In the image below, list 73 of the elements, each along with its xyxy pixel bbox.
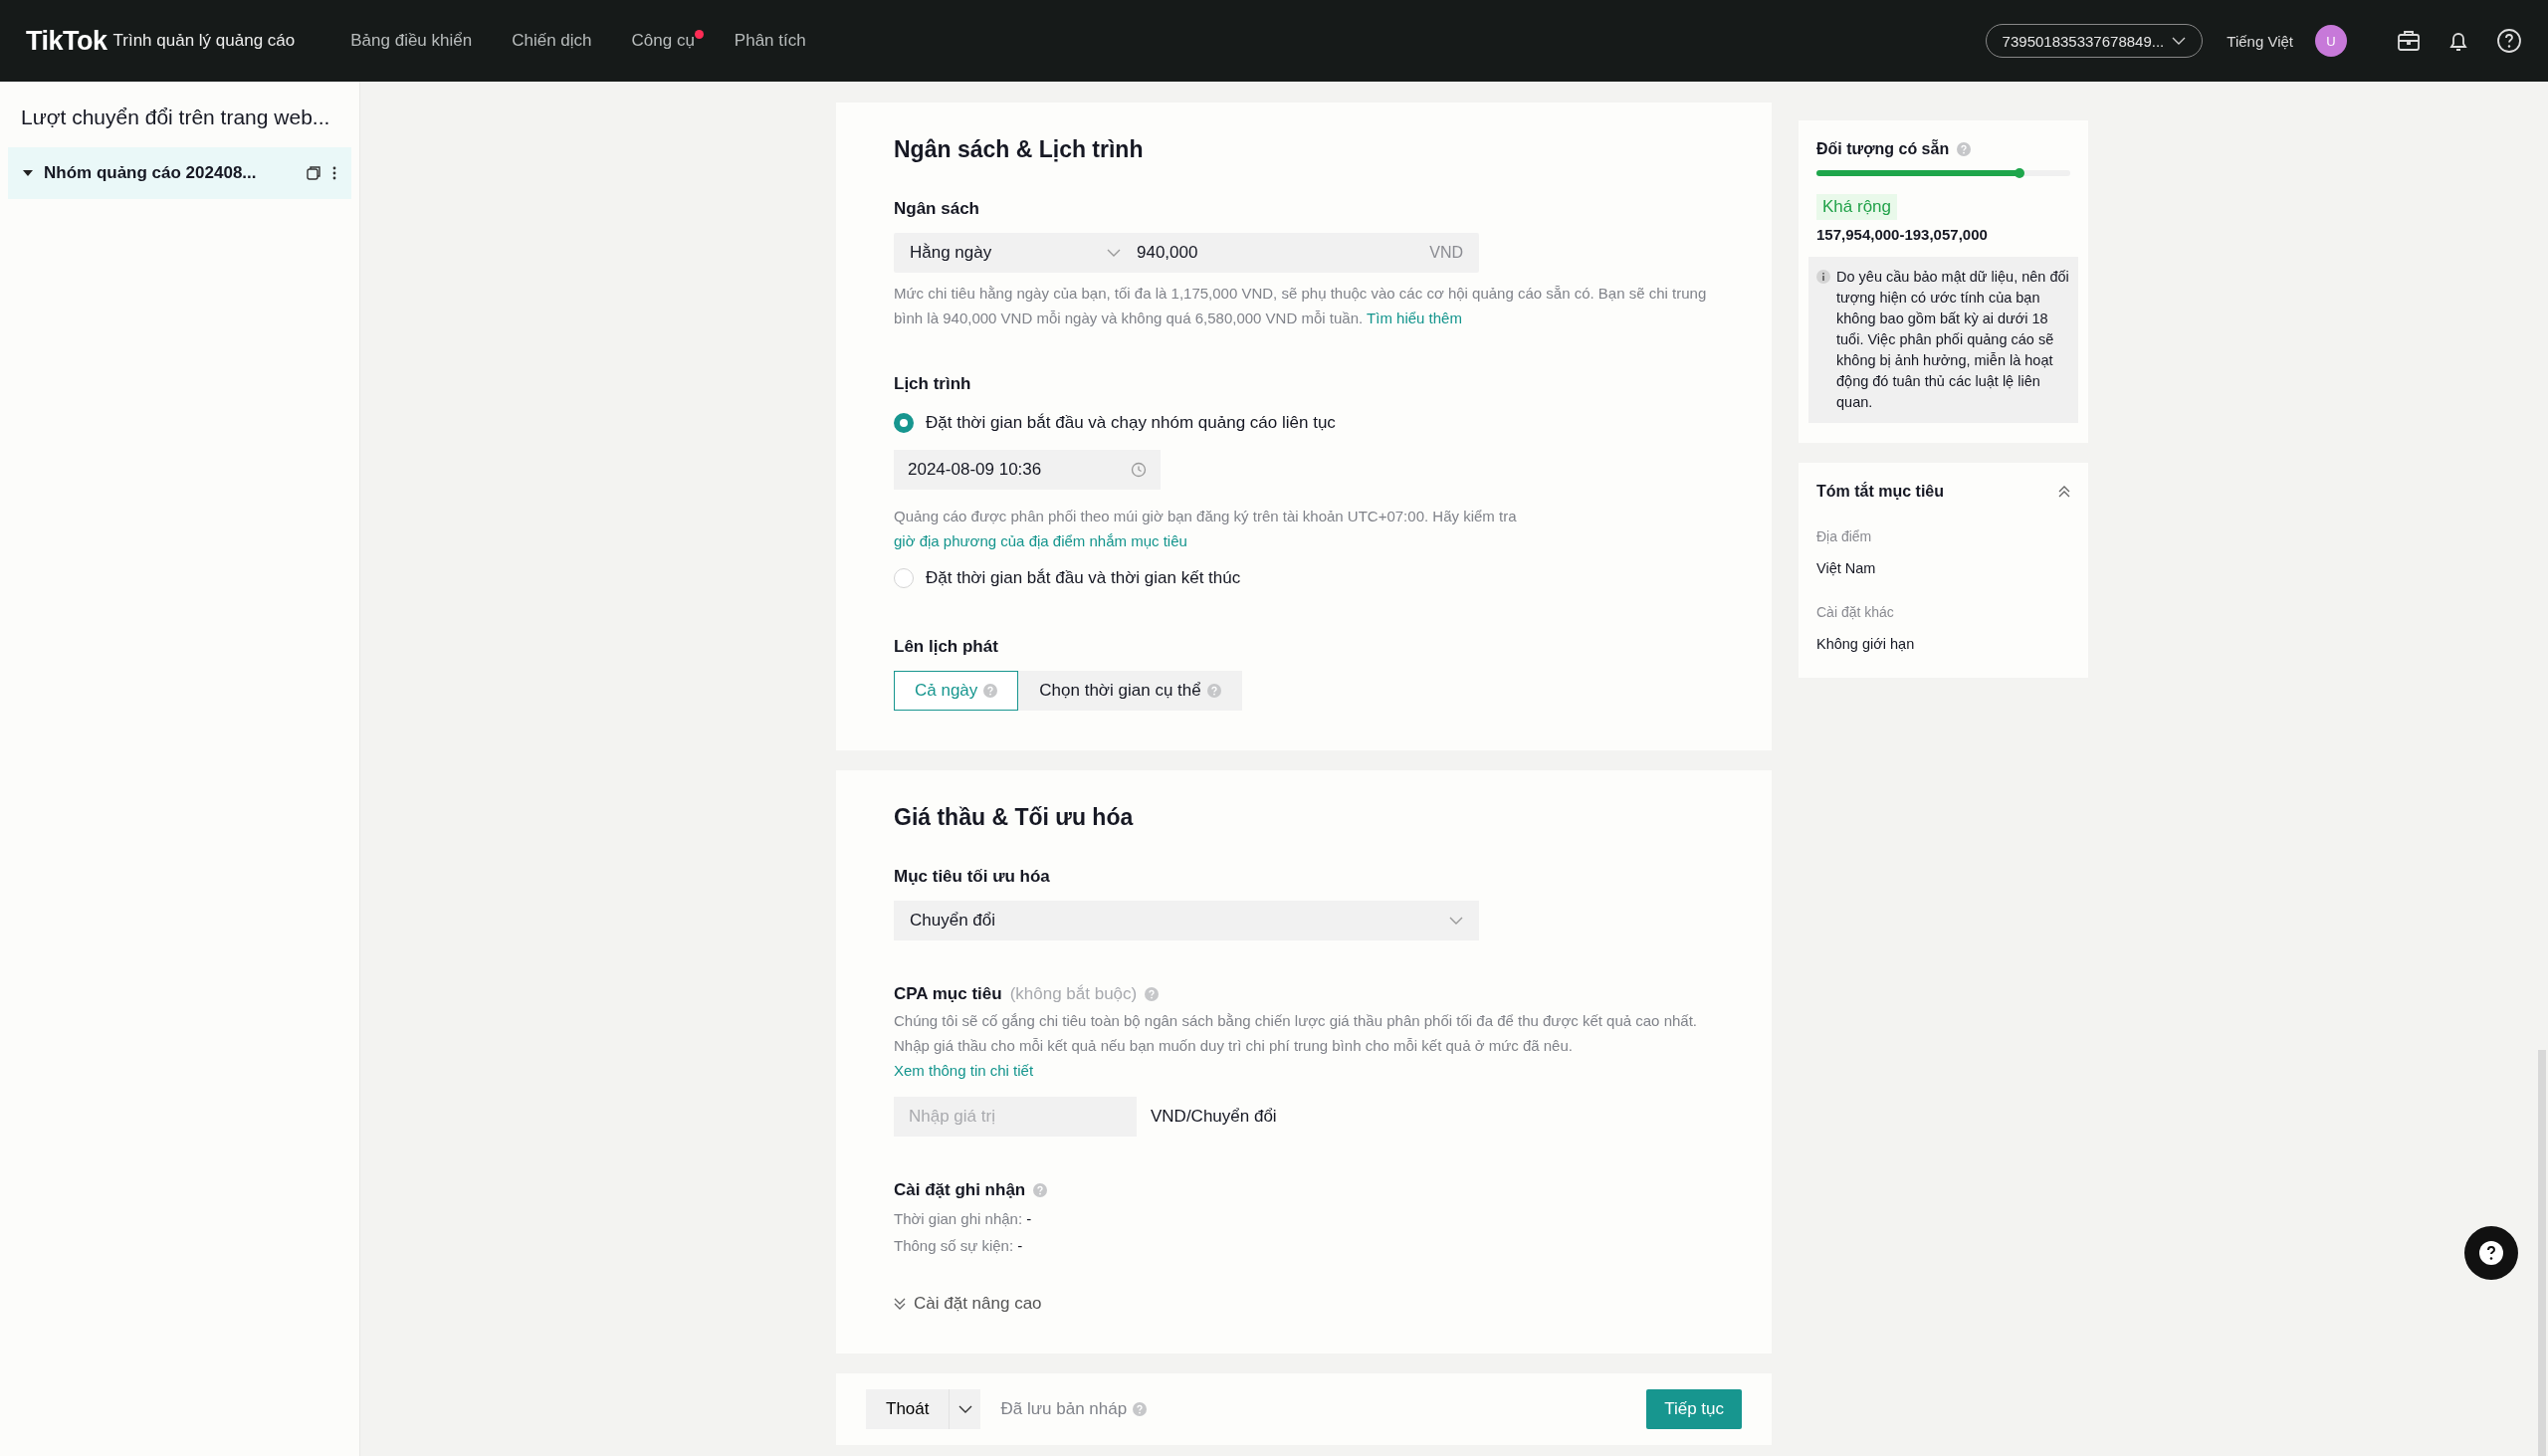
help-icon	[2478, 1240, 2504, 1266]
field-label: Mục tiêu tối ưu hóa	[894, 867, 1051, 887]
help-icon	[983, 684, 998, 698]
chevron-down-icon	[1449, 917, 1463, 925]
learn-more-link[interactable]: Tìm hiểu thêm	[1367, 310, 1462, 326]
nav-item[interactable]: Phân tích	[734, 27, 806, 54]
radio-option[interactable]: Đặt thời gian bắt đầu và thời gian kết thúc	[894, 563, 1714, 593]
field-label: Cài đặt ghi nhận	[894, 1180, 1026, 1200]
chevron-down-icon	[2172, 37, 2187, 45]
draft-saved-status: Đã lưu bản nháp	[1000, 1399, 1128, 1419]
info-icon	[1816, 270, 1830, 284]
double-chevron-up-icon[interactable]	[2058, 486, 2070, 498]
help-text: Mức chi tiêu hằng ngày của bạn, tối đa là 1,175,000 VND, sẽ phụ thuộc vào các cơ hội quảng cáo sẵn có. Bạn sẽ chi trung bình là 940,000 VND mỗi ngày và không quá 6,580,000 VND mỗi tuần. Tìm hiểu thêm	[894, 284, 1708, 328]
segment-tab[interactable]: Cả ngày	[894, 671, 1019, 711]
help-icon[interactable]	[2496, 28, 2522, 54]
help-icon	[1206, 684, 1221, 698]
budget-field[interactable]: Hằng ngày 940,000 VND	[894, 233, 1479, 273]
summary-value: Việt Nam	[1816, 560, 1877, 576]
attribution-setting: Thời gian ghi nhận: -	[894, 1210, 1033, 1227]
nav-item[interactable]: Bảng điều khiển	[350, 27, 473, 54]
exit-button[interactable]: Thoát	[866, 1389, 950, 1429]
field-label: Lên lịch phát	[894, 637, 999, 657]
clock-icon	[1131, 462, 1147, 478]
help-icon	[1957, 142, 1972, 156]
section-title: Ngân sách & Lịch trình	[894, 136, 1145, 163]
field-label: CPA mục tiêu	[894, 984, 1002, 1004]
nav-item[interactable]: Chiến dịch	[512, 27, 592, 54]
unit-label: VND/Chuyển đổi	[1151, 1107, 1277, 1127]
help-text: Chúng tôi sẽ cố gắng chi tiêu toàn bộ ngân sách bằng chiến lược giá thầu phân phối tối đa để thu được kết quả cao nhất. Nhập giá thầu cho mỗi kết quả nếu bạn muốn duy trì chi phí trung bình cho mỗi kết quả ở mức đã nêu. Xem thông tin chi tiết	[894, 1011, 1698, 1081]
briefcase-icon[interactable]	[2397, 29, 2421, 53]
ad-group-item[interactable]: Nhóm quảng cáo 202408...	[8, 147, 351, 199]
details-link[interactable]: Xem thông tin chi tiết	[894, 1062, 1034, 1079]
field-label: Lịch trình	[894, 374, 972, 394]
continue-button[interactable]: Tiếp tục	[1646, 1389, 1742, 1429]
more-icon[interactable]	[331, 165, 337, 181]
logo[interactable]: TikTok	[26, 25, 107, 57]
section-title: Giá thầu & Tối ưu hóa	[894, 804, 1135, 831]
budget-amount: 940,000	[1137, 243, 1199, 263]
notice-text: Do yêu cầu bảo mật dữ liệu, nên đối tượng hiện có ước tính của bạn không bao gồm bất kỳ ai dưới 18 tuổi. Việc phân phối quảng cáo sẽ không bị ảnh hưởng, miễn là hoạt động đó tuân thủ các luật lệ liên quan.	[1836, 268, 2070, 412]
chevron-down-icon	[958, 1405, 972, 1413]
help-icon	[1145, 987, 1160, 1001]
optimization-goal-dropdown[interactable]: Chuyển đổi	[894, 901, 1479, 940]
double-chevron-down-icon	[894, 1298, 906, 1310]
local-time-link[interactable]: giờ địa phương của địa điểm nhắm mục tiêu	[894, 532, 1187, 549]
summary-label: Địa điểm	[1816, 528, 1873, 544]
audience-range: 157,954,000-193,057,000	[1816, 226, 1989, 243]
field-label: Ngân sách	[894, 199, 980, 219]
nav-item[interactable]: Công cụ	[631, 27, 695, 54]
optional-label: (không bắt buộc)	[1009, 984, 1138, 1004]
scrollbar[interactable]	[2538, 1050, 2546, 1456]
segment-tab[interactable]: Chọn thời gian cụ thể	[1018, 671, 1242, 711]
budget-type-value: Hằng ngày	[910, 243, 992, 263]
help-button[interactable]	[2464, 1226, 2518, 1280]
language-selector[interactable]: Tiếng Việt	[2227, 32, 2293, 50]
attribution-setting: Thông số sự kiện: -	[894, 1237, 1024, 1254]
cpa-input-field[interactable]: Nhập giá trị	[894, 1097, 1137, 1137]
chevron-down-icon	[1107, 249, 1121, 257]
card-title: Tóm tắt mục tiêu	[1816, 483, 1944, 501]
radio-option[interactable]: Đặt thời gian bắt đầu và chạy nhóm quảng cáo liên tục	[894, 408, 1714, 438]
card-title: Đối tượng có sẵn	[1816, 140, 1950, 158]
campaign-name: Lượt chuyển đổi trên trang web...	[20, 105, 331, 129]
copy-icon[interactable]	[306, 165, 321, 181]
date-time-field[interactable]: 2024-08-09 10:36	[894, 450, 1161, 490]
app-title: Trình quản lý quảng cáo	[112, 31, 296, 51]
help-icon	[1133, 1402, 1148, 1416]
summary-value: Không giới hạn	[1816, 636, 1916, 652]
advanced-settings-toggle[interactable]: Cài đặt nâng cao	[894, 1294, 1714, 1314]
help-text: Quảng cáo được phân phối theo múi giờ bạn đăng ký trên tài khoản UTC+07:00. Hãy kiểm tra giờ địa phương của địa điểm nhắm mục tiêu	[894, 507, 1518, 551]
dropdown-toggle-button[interactable]	[949, 1389, 981, 1429]
audience-size-tag: Khá rộng	[1816, 194, 1897, 220]
summary-label: Cài đặt khác	[1816, 604, 1895, 620]
currency-label: VND	[1429, 244, 1464, 262]
help-icon	[1033, 1183, 1048, 1197]
